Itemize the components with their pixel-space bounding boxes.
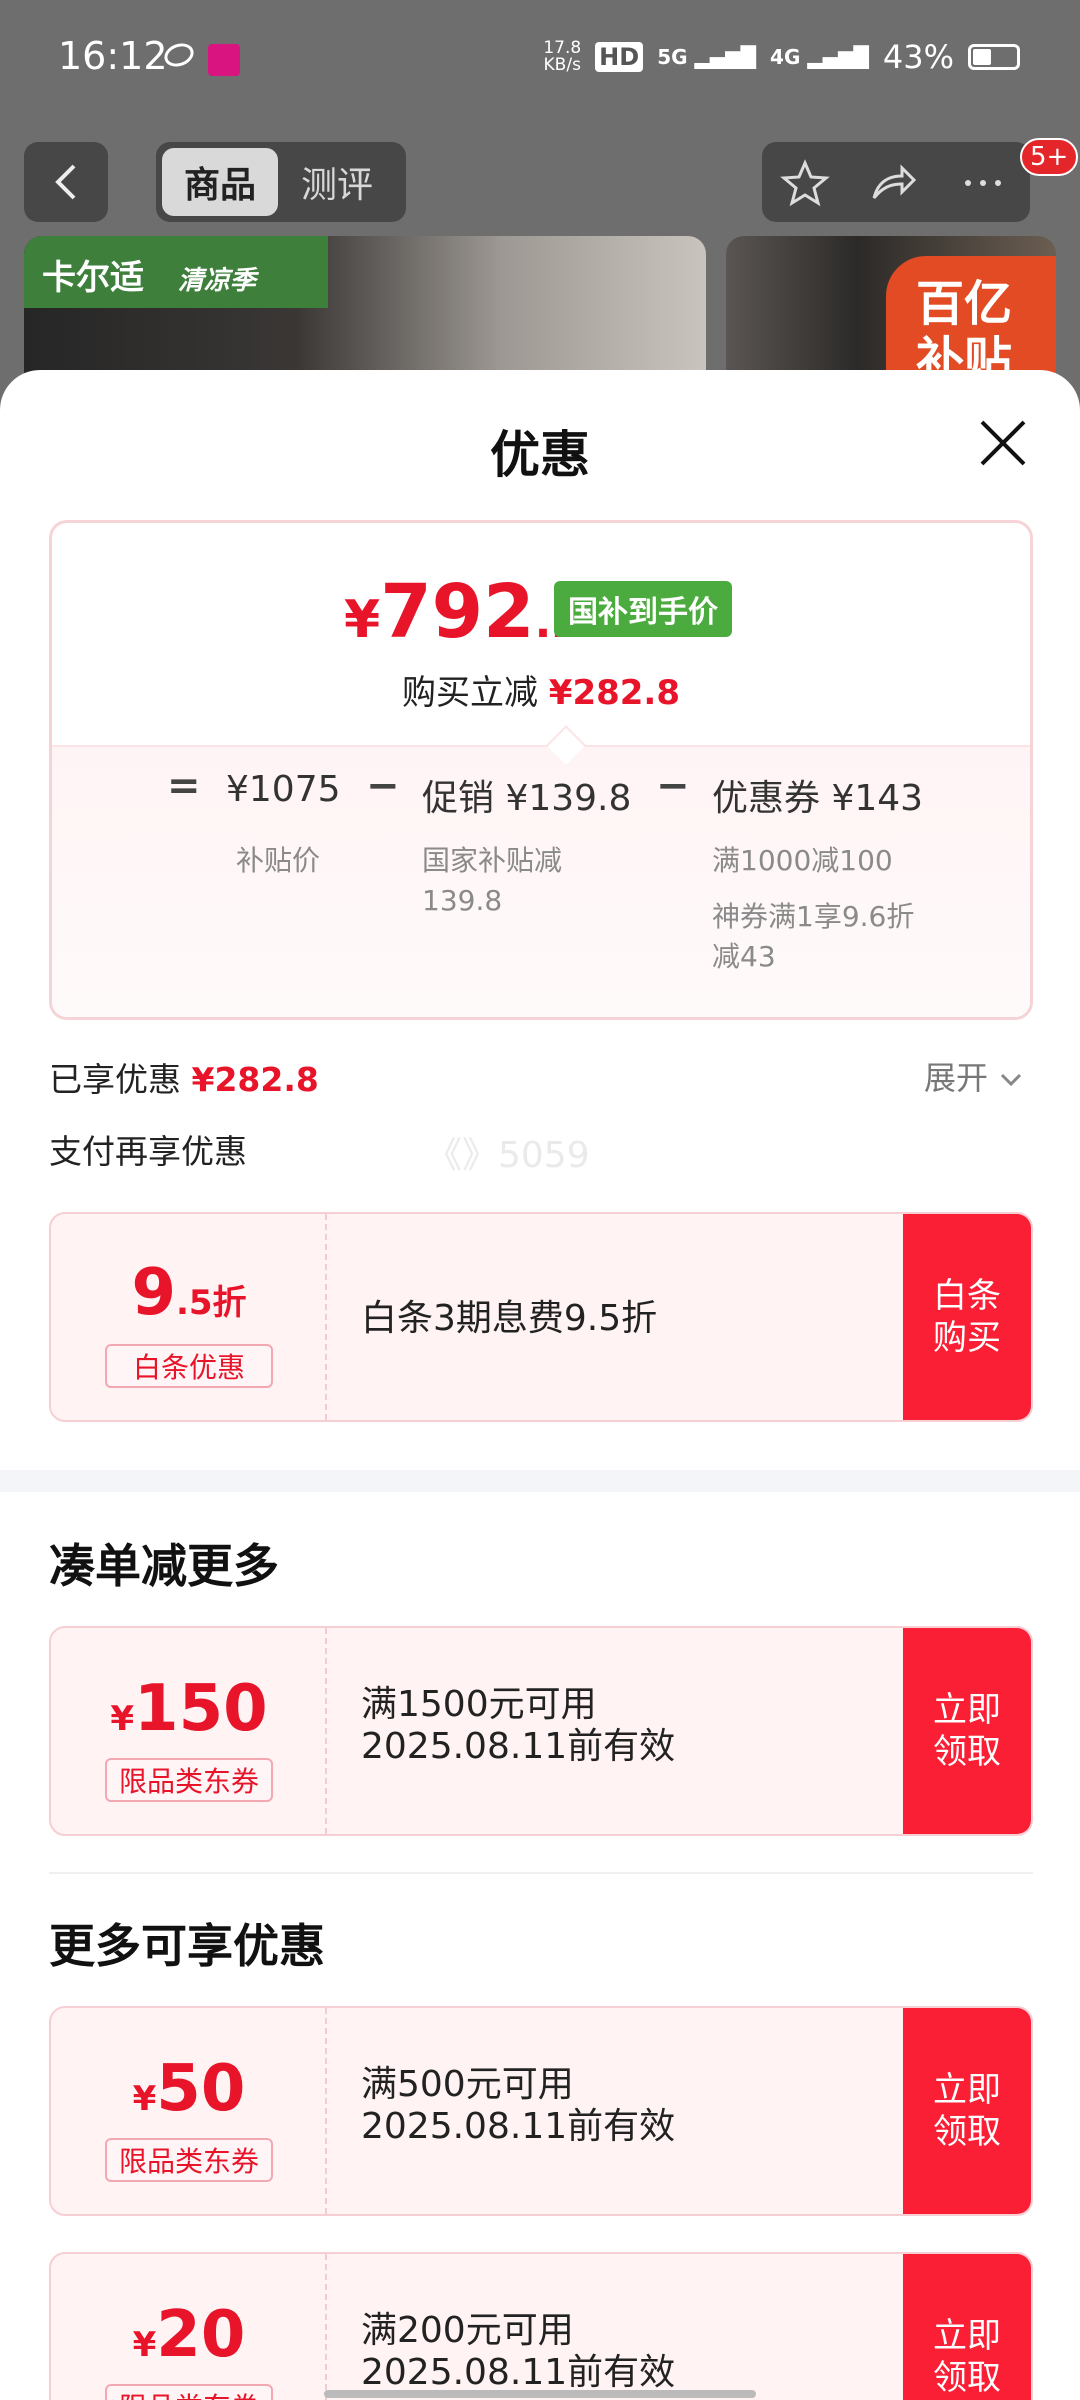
store-icon <box>208 44 240 76</box>
share-icon[interactable] <box>868 158 918 208</box>
message-badge: 5+ <box>1020 138 1079 176</box>
coupon-tag: 限品类东券 <box>105 1758 273 1802</box>
coupon-amount: ¥150 <box>110 1672 268 1746</box>
coupon-tag: 限品类东券 <box>105 2384 273 2400</box>
baitiao-tag: 白条优惠 <box>105 1344 273 1388</box>
coupon-desc: 满500元可用 2025.08.11前有效 <box>361 2064 676 2147</box>
close-icon[interactable] <box>978 418 1028 468</box>
tab-review[interactable]: 测评 <box>278 148 396 216</box>
coupon-amount: 优惠券 ¥143 <box>712 778 924 819</box>
subsidy-price: ¥1075 <box>226 769 341 810</box>
claim-button[interactable]: 立即 领取 <box>903 1628 1031 1834</box>
header-actions <box>762 142 1030 222</box>
coupon-card: ¥50 限品类东券 满500元可用 2025.08.11前有效 立即 领取 <box>49 2006 1033 2216</box>
status-right: 17.8 KB/s HD 5G ▂▄▆█ 4G ▂▄▆█ 43% <box>543 38 1020 76</box>
baitiao-buy-button[interactable]: 白条 购买 <box>903 1214 1031 1420</box>
instant-reduction: 购买立减 ¥282.8 <box>401 673 680 713</box>
back-button[interactable] <box>24 142 108 222</box>
claim-button[interactable]: 立即 领取 <box>903 2254 1031 2400</box>
coupon-card: ¥150 限品类东券 满1500元可用 2025.08.11前有效 立即 领取 <box>49 1626 1033 1836</box>
star-icon[interactable] <box>780 158 830 208</box>
final-price: ¥792.2 <box>344 569 582 655</box>
network-speed: 17.8 KB/s <box>543 38 582 75</box>
coupon-note: 满1000减100 神券满1享9.6折 减43 <box>712 844 915 973</box>
price-breakdown-card: ¥792.2 国补到手价 购买立减 ¥282.8 = ¥1075 补贴价 − 促… <box>49 520 1033 1020</box>
divider-line <box>49 1872 1033 1874</box>
baitiao-amount: 9.5折 <box>131 1256 247 1330</box>
subsidy-badge: 百亿补贴 <box>886 256 1056 386</box>
more-icon[interactable] <box>958 158 1008 208</box>
coupon-card: ¥20 限品类东券 满200元可用2025.08.11前有效 立即领取 <box>49 2252 1033 2400</box>
header-tabs: 商品 测评 <box>156 142 406 222</box>
coupon-tag: 限品类东券 <box>105 2138 273 2182</box>
brand-sub: 清凉季 <box>177 266 256 296</box>
product-image-main[interactable]: 卡尔适 清凉季 <box>24 236 706 386</box>
minus-sign-2: − <box>656 763 690 809</box>
chevron-left-icon <box>55 164 76 200</box>
section-combo-title: 凑单减更多 <box>49 1539 279 1593</box>
promo-amount: 促销 ¥139.8 <box>422 778 632 819</box>
chevron-down-icon <box>1001 1073 1022 1087</box>
expand-button[interactable]: 展开 <box>924 1053 1024 1099</box>
watermark: 《》5059 <box>426 1135 590 1176</box>
baitiao-coupon: 9.5折 白条优惠 白条3期息费9.5折 白条 购买 <box>49 1212 1033 1422</box>
status-time: 16:12 <box>58 34 168 78</box>
pay-more-title: 支付再享优惠 <box>49 1132 247 1171</box>
national-subsidy-tag: 国补到手价 <box>554 581 732 637</box>
coupon-amount: ¥50 <box>132 2052 246 2126</box>
home-indicator[interactable] <box>324 2390 756 2398</box>
coupon-amount: ¥20 <box>132 2298 246 2372</box>
equals-sign: = <box>167 763 201 809</box>
battery-icon <box>968 44 1020 70</box>
baitiao-desc: 白条3期息费9.5折 <box>361 1298 658 1339</box>
coupon-desc: 满1500元可用 2025.08.11前有效 <box>361 1684 676 1767</box>
status-bar: 16:12 17.8 KB/s HD 5G ▂▄▆█ 4G ▂▄▆█ 43% <box>0 0 1080 125</box>
discount-sheet: 优惠 ¥792.2 国补到手价 购买立减 ¥282.8 = ¥1075 补贴价 … <box>0 370 1080 2400</box>
signal-4g-icon: 4G ▂▄▆█ <box>770 45 869 69</box>
section-divider <box>0 1470 1080 1492</box>
tab-product[interactable]: 商品 <box>162 148 278 216</box>
subsidy-price-label: 补贴价 <box>236 844 321 877</box>
section-more-title: 更多可享优惠 <box>49 1919 325 1973</box>
coupon-desc: 满200元可用 2025.08.11前有效 <box>361 2310 676 2393</box>
battery-percent: 43% <box>882 38 954 76</box>
claim-button[interactable]: 立即 领取 <box>903 2008 1031 2214</box>
brand-banner: 卡尔适 清凉季 <box>24 236 328 308</box>
sheet-title: 优惠 <box>490 426 590 484</box>
promo-note: 国家补贴减 139.8 <box>422 844 563 917</box>
product-image-secondary[interactable]: 百亿补贴 <box>726 236 1056 386</box>
hd-icon: HD <box>595 42 644 72</box>
minus-sign-1: − <box>366 763 400 809</box>
brand-name: 卡尔适 <box>42 258 144 298</box>
enjoyed-discount: 已享优惠 ¥282.8 <box>49 1060 319 1099</box>
signal-5g-icon: 5G ▂▄▆█ <box>657 45 757 69</box>
